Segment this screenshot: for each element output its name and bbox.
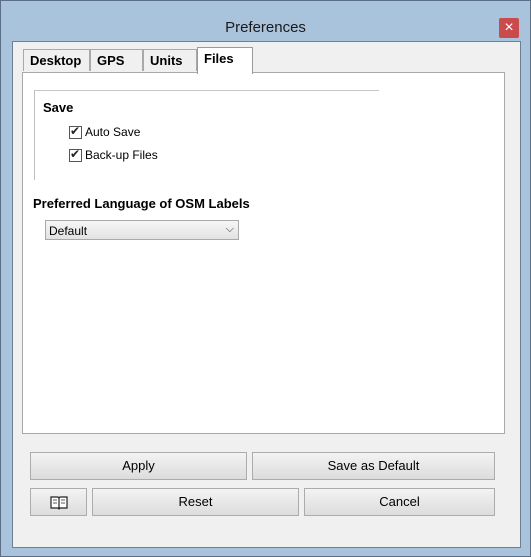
auto-save-checkbox[interactable]: ✔ Auto Save — [69, 124, 140, 140]
backup-files-box[interactable]: ✔ — [69, 146, 82, 162]
apply-button[interactable]: Apply — [30, 452, 247, 480]
save-group-border — [35, 90, 379, 91]
close-icon: × — [504, 19, 514, 36]
chevron-down-icon: ⌵ — [225, 223, 234, 235]
dialog-client: Desktop GPS Units Files Save ✔ Auto Save… — [12, 41, 521, 548]
help-button[interactable] — [30, 488, 87, 516]
reset-button[interactable]: Reset — [92, 488, 299, 516]
book-icon — [50, 496, 68, 510]
save-group-title: Save — [43, 100, 74, 115]
files-panel: Save ✔ Auto Save ✔ Back-up Files Preferr… — [22, 72, 505, 434]
tab-units[interactable]: Units — [143, 49, 197, 71]
auto-save-label: Auto Save — [85, 125, 141, 139]
language-select-value: Default — [49, 224, 88, 238]
tab-files[interactable]: Files — [197, 47, 253, 74]
language-label: Preferred Language of OSM Labels — [33, 196, 250, 211]
tab-gps[interactable]: GPS — [90, 49, 143, 71]
checkmark-icon: ✔ — [70, 146, 81, 161]
backup-files-label: Back-up Files — [85, 148, 158, 162]
preferences-window: Preferences × Desktop GPS Units Files Sa… — [0, 0, 531, 557]
close-button[interactable]: × — [499, 18, 519, 38]
language-select[interactable]: Default ⌵ — [45, 220, 239, 240]
backup-files-checkbox[interactable]: ✔ Back-up Files — [69, 147, 158, 163]
checkmark-icon: ✔ — [70, 123, 81, 138]
title-bar[interactable]: Preferences × — [1, 1, 530, 39]
window-title: Preferences — [225, 19, 306, 36]
save-as-default-button[interactable]: Save as Default — [252, 452, 495, 480]
tab-desktop[interactable]: Desktop — [23, 49, 90, 71]
cancel-button[interactable]: Cancel — [304, 488, 495, 516]
save-group: Save ✔ Auto Save ✔ Back-up Files — [34, 90, 379, 180]
auto-save-box[interactable]: ✔ — [69, 123, 82, 139]
